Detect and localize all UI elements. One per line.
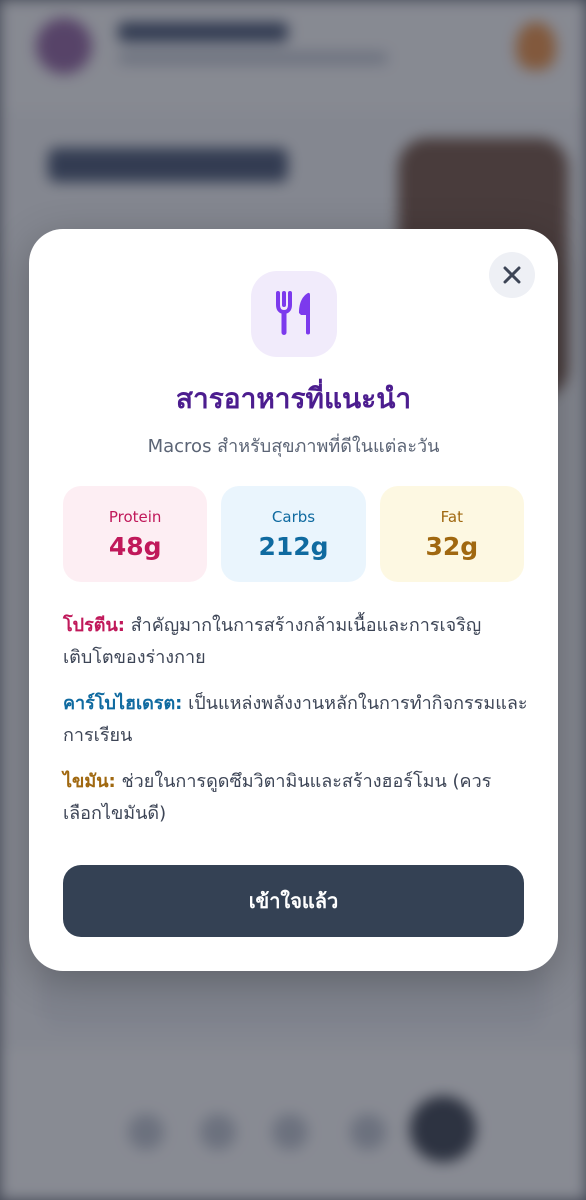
utensils-icon: [275, 291, 310, 335]
protein-card: Protein 48g: [63, 486, 208, 582]
confirm-button[interactable]: เข้าใจแล้ว: [63, 865, 524, 937]
carbs-card: Carbs 212g: [221, 486, 366, 582]
fat-description-text: ช่วยในการดูดซึมวิตามินและสร้างฮอร์โมน (ค…: [63, 771, 492, 824]
fat-description-key: ไขมัน:: [63, 771, 116, 792]
macros-modal: สารอาหารที่แนะนำ Macros สำหรับสุขภาพที่ด…: [29, 229, 558, 971]
fat-value: 32g: [425, 531, 479, 561]
modal-title: สารอาหารที่แนะนำ: [175, 382, 412, 415]
carbs-label: Carbs: [271, 507, 316, 526]
fat-label: Fat: [440, 507, 463, 526]
protein-value: 48g: [108, 531, 162, 561]
protein-description: โปรตีน: สำคัญมากในการสร้างกล้ามเนื้อและก…: [63, 610, 528, 674]
protein-label: Protein: [108, 507, 162, 526]
protein-description-text: สำคัญมากในการสร้างกล้ามเนื้อและการเจริญเ…: [63, 615, 482, 668]
utensils-icon-badge: [250, 271, 337, 357]
carbs-description: คาร์โบไฮเดรต: เป็นแหล่งพลังงานหลักในการท…: [63, 688, 528, 752]
carbs-description-key: คาร์โบไฮเดรต:: [63, 693, 183, 714]
fat-card: Fat 32g: [379, 486, 524, 582]
fat-description: ไขมัน: ช่วยในการดูดซึมวิตามินและสร้างฮอร…: [63, 766, 528, 830]
macro-cards: Protein 48g Carbs 212g Fat 32g: [63, 486, 524, 582]
protein-description-key: โปรตีน:: [63, 615, 125, 636]
modal-subtitle: Macros สำหรับสุขภาพที่ดีในแต่ละวัน: [147, 436, 440, 457]
carbs-value: 212g: [258, 531, 329, 561]
close-button[interactable]: [489, 252, 535, 298]
close-icon: [503, 266, 521, 284]
